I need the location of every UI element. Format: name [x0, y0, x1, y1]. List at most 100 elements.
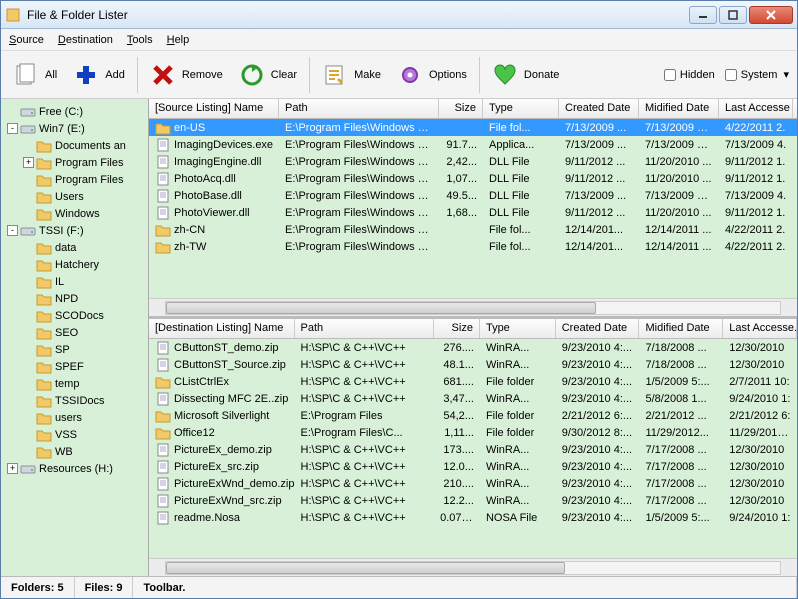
source-rows[interactable]: en-USE:\Program Files\Windows Pho...File… — [149, 119, 797, 298]
tree-node[interactable]: Documents an — [3, 137, 146, 154]
tree-node[interactable]: - TSSI (F:) — [3, 222, 146, 239]
column-header[interactable]: Midified Date — [639, 319, 723, 338]
source-hscroll[interactable] — [149, 298, 797, 316]
menu-help[interactable]: Help — [167, 34, 190, 46]
menu-source[interactable]: Source — [9, 34, 44, 46]
list-row[interactable]: ImagingEngine.dllE:\Program Files\Window… — [149, 153, 797, 170]
column-header[interactable]: Size — [439, 99, 483, 118]
column-header[interactable]: Last Accesse. — [723, 319, 797, 338]
list-row[interactable]: PhotoViewer.dllE:\Program Files\Windows … — [149, 204, 797, 221]
list-row[interactable]: zh-TWE:\Program Files\Windows Pho...File… — [149, 238, 797, 255]
all-button[interactable]: All — [7, 58, 63, 92]
tree-node[interactable]: VSS — [3, 426, 146, 443]
column-header[interactable]: Midified Date — [639, 99, 719, 118]
add-button[interactable]: Add — [67, 58, 131, 92]
tree-label: TSSI (F:) — [39, 225, 84, 237]
row-created: 9/11/2012 ... — [559, 173, 639, 185]
make-button[interactable]: Make — [316, 58, 387, 92]
row-type: File folder — [480, 410, 556, 422]
list-row[interactable]: en-USE:\Program Files\Windows Pho...File… — [149, 119, 797, 136]
options-button[interactable]: Options — [391, 58, 473, 92]
folder-icon — [36, 275, 52, 289]
source-headers[interactable]: [Source Listing] NamePathSizeTypeCreated… — [149, 99, 797, 119]
tree-node[interactable]: Program Files — [3, 171, 146, 188]
tree-node[interactable]: SPEF — [3, 358, 146, 375]
column-header[interactable]: Type — [483, 99, 559, 118]
list-row[interactable]: CButtonST_demo.zipH:\SP\C & C++\VC++276.… — [149, 339, 797, 356]
row-created: 9/23/2010 4:... — [556, 512, 640, 524]
list-row[interactable]: ImagingDevices.exeE:\Program Files\Windo… — [149, 136, 797, 153]
row-type: WinRA... — [480, 444, 556, 456]
tree-node[interactable]: SP — [3, 341, 146, 358]
menu-destination[interactable]: Destination — [58, 34, 113, 46]
dest-hscroll[interactable] — [149, 558, 797, 576]
menu-tools[interactable]: Tools — [127, 34, 153, 46]
maximize-button[interactable] — [719, 6, 747, 24]
tree-node[interactable]: SEO — [3, 324, 146, 341]
tree-node[interactable]: Free (C:) — [3, 103, 146, 120]
column-header[interactable]: Path — [295, 319, 435, 338]
minimize-button[interactable] — [689, 6, 717, 24]
tree-node[interactable]: +Program Files — [3, 154, 146, 171]
list-row[interactable]: PhotoAcq.dllE:\Program Files\Windows Pho… — [149, 170, 797, 187]
dest-rows[interactable]: CButtonST_demo.zipH:\SP\C & C++\VC++276.… — [149, 339, 797, 558]
tree-toggle-icon[interactable]: - — [7, 123, 18, 134]
column-header[interactable]: [Source Listing] Name — [149, 99, 279, 118]
list-row[interactable]: Microsoft SilverlightE:\Program Files54,… — [149, 407, 797, 424]
tree-node[interactable]: users — [3, 409, 146, 426]
row-path: H:\SP\C & C++\VC++ — [295, 444, 435, 456]
column-header[interactable]: [Destination Listing] Name — [149, 319, 295, 338]
tree-node[interactable]: Users — [3, 188, 146, 205]
row-name: Dissecting MFC 2E..zip — [174, 393, 288, 405]
dest-listing: [Destination Listing] NamePathSizeTypeCr… — [149, 319, 797, 576]
row-path: E:\Program Files\C... — [295, 427, 435, 439]
list-row[interactable]: Office12E:\Program Files\C...1,11...File… — [149, 424, 797, 441]
clear-button[interactable]: Clear — [233, 58, 303, 92]
column-header[interactable]: Size — [434, 319, 480, 338]
tree-node[interactable]: IL — [3, 273, 146, 290]
tree-node[interactable]: +Resources (H:) — [3, 460, 146, 477]
tree-node[interactable]: temp — [3, 375, 146, 392]
list-row[interactable]: CButtonST_Source.zipH:\SP\C & C++\VC++48… — [149, 356, 797, 373]
list-row[interactable]: PictureEx_src.zipH:\SP\C & C++\VC++12.0.… — [149, 458, 797, 475]
list-row[interactable]: CListCtrlExH:\SP\C & C++\VC++681....File… — [149, 373, 797, 390]
hidden-checkbox[interactable]: Hidden — [664, 69, 715, 81]
donate-button[interactable]: Donate — [486, 58, 565, 92]
tree-label: VSS — [55, 429, 77, 441]
tree-node[interactable]: Windows — [3, 205, 146, 222]
row-path: E:\Program Files\Windows Pho... — [279, 173, 439, 185]
list-row[interactable]: PictureExWnd_src.zipH:\SP\C & C++\VC++12… — [149, 492, 797, 509]
tree-node[interactable]: SCODocs — [3, 307, 146, 324]
folder-tree[interactable]: Free (C:)-Win7 (E:)Documents an+Program … — [1, 99, 149, 576]
list-row[interactable]: PictureEx_demo.zipH:\SP\C & C++\VC++173.… — [149, 441, 797, 458]
row-name: CListCtrlEx — [174, 376, 229, 388]
tree-node[interactable]: data — [3, 239, 146, 256]
recycle-icon — [239, 62, 265, 88]
list-row[interactable]: PhotoBase.dllE:\Program Files\Windows Ph… — [149, 187, 797, 204]
tree-toggle-icon[interactable]: + — [23, 157, 34, 168]
column-header[interactable]: Last Accesse — [719, 99, 793, 118]
column-header[interactable]: Type — [480, 319, 556, 338]
list-row[interactable]: PictureExWnd_demo.zipH:\SP\C & C++\VC++2… — [149, 475, 797, 492]
list-row[interactable]: zh-CNE:\Program Files\Windows Pho...File… — [149, 221, 797, 238]
remove-button[interactable]: Remove — [144, 58, 229, 92]
tree-node[interactable]: NPD — [3, 290, 146, 307]
tree-node[interactable]: WB — [3, 443, 146, 460]
close-button[interactable] — [749, 6, 793, 24]
row-modified: 7/17/2008 ... — [639, 495, 723, 507]
tree-node[interactable]: TSSIDocs — [3, 392, 146, 409]
column-header[interactable]: Created Date — [556, 319, 640, 338]
tree-toggle-icon[interactable]: - — [7, 225, 18, 236]
tree-node[interactable]: Hatchery — [3, 256, 146, 273]
row-accessed: 2/7/2011 10: — [723, 376, 797, 388]
overflow-button[interactable]: ▾ — [781, 66, 791, 83]
list-row[interactable]: readme.NosaH:\SP\C & C++\VC++0.07 KBNOSA… — [149, 509, 797, 526]
tree-toggle-icon[interactable]: + — [7, 463, 18, 474]
tree-node[interactable]: -Win7 (E:) — [3, 120, 146, 137]
column-header[interactable]: Created Date — [559, 99, 639, 118]
list-row[interactable]: Dissecting MFC 2E..zipH:\SP\C & C++\VC++… — [149, 390, 797, 407]
row-modified: 7/13/2009 5:... — [639, 139, 719, 151]
column-header[interactable]: Path — [279, 99, 439, 118]
system-checkbox[interactable]: System — [725, 69, 778, 81]
dest-headers[interactable]: [Destination Listing] NamePathSizeTypeCr… — [149, 319, 797, 339]
